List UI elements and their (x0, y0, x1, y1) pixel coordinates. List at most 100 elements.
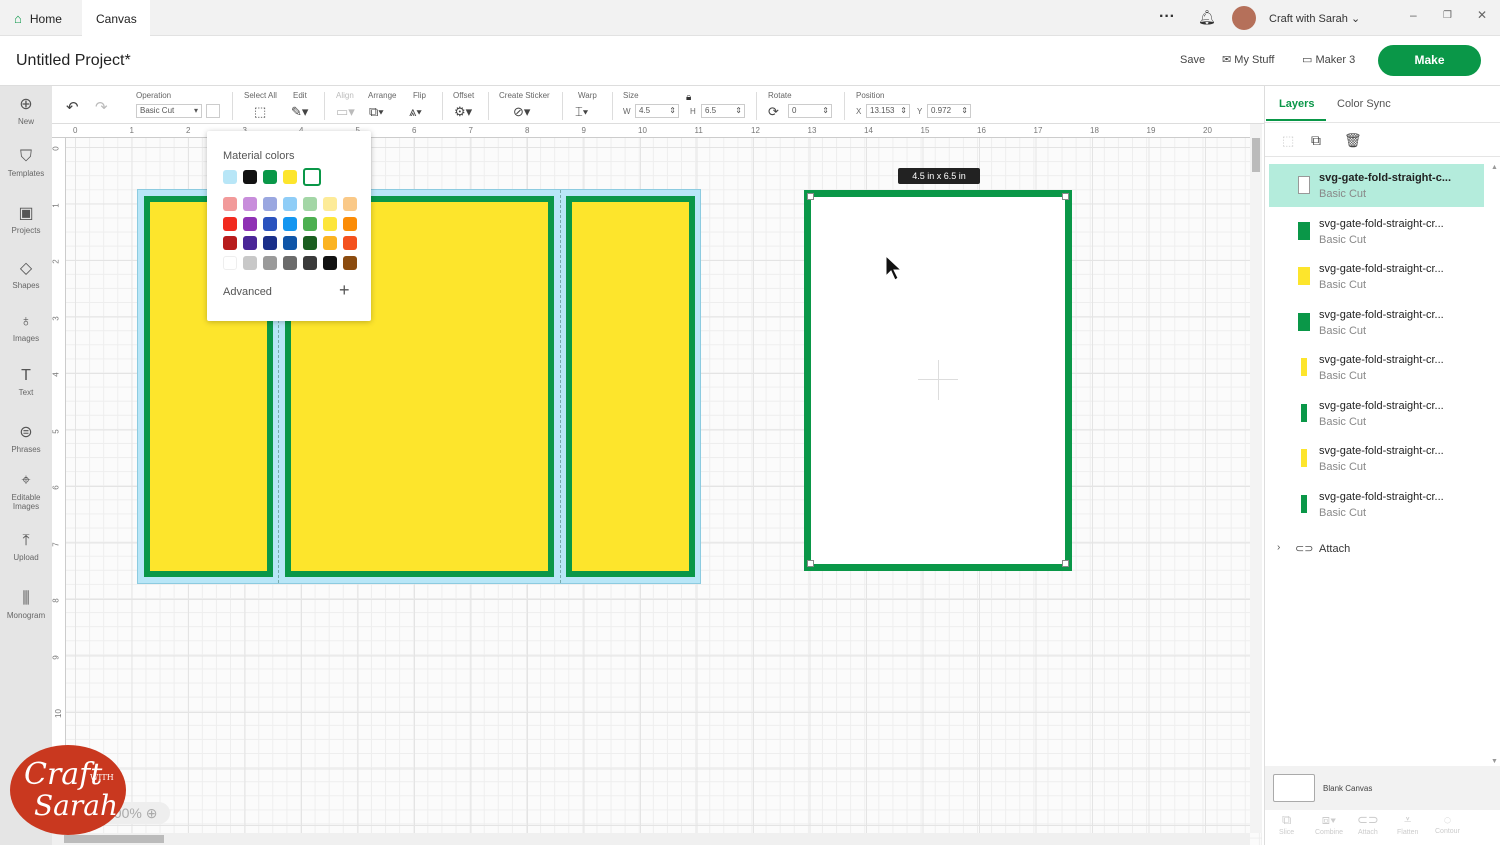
width-input[interactable]: 4.5 ⇕ (635, 104, 679, 118)
plus-icon[interactable]: + (339, 280, 350, 301)
layer-item[interactable]: svg-gate-fold-straight-cr... Basic Cut (1269, 255, 1484, 298)
close-icon[interactable]: ✕ (1477, 8, 1487, 22)
palette-color-swatch[interactable] (343, 216, 357, 231)
undo-icon[interactable]: ↶ (66, 98, 79, 116)
project-title[interactable]: Untitled Project* (16, 52, 131, 70)
right-panel-green[interactable] (566, 196, 695, 577)
align-icon[interactable]: ▭▾ (336, 104, 355, 120)
material-color-swatch[interactable] (263, 170, 277, 184)
sidebar-item-templates[interactable]: ⛉ Templates (0, 148, 52, 178)
tab-home[interactable]: ⌂ Home (0, 0, 76, 36)
palette-color-swatch[interactable] (303, 216, 317, 231)
scroll-down-icon[interactable]: ▼ (1491, 758, 1498, 765)
y-input[interactable]: 0.972 ⇕ (927, 104, 971, 118)
palette-color-swatch[interactable] (323, 216, 337, 231)
sidebar-item-projects[interactable]: ▣ Projects (0, 203, 52, 235)
tab-canvas[interactable]: Canvas (82, 0, 150, 36)
stepper-icon[interactable]: ⇕ (961, 105, 968, 117)
palette-color-swatch[interactable] (283, 236, 297, 250)
scrollbar-thumb[interactable] (64, 835, 164, 843)
arrange-icon[interactable]: ⧉▾ (369, 104, 384, 120)
x-input[interactable]: 13.153 ⇕ (866, 104, 910, 118)
palette-color-swatch[interactable] (343, 255, 357, 270)
tab-layers[interactable]: Layers (1279, 98, 1314, 110)
vertical-scrollbar[interactable] (1250, 124, 1262, 833)
redo-icon[interactable]: ↷ (95, 98, 108, 116)
horizontal-scrollbar[interactable] (52, 833, 1250, 845)
operation-color-swatch[interactable] (206, 104, 220, 118)
my-stuff-button[interactable]: ✉ My Stuff (1222, 53, 1274, 66)
make-button[interactable]: Make (1378, 45, 1481, 76)
button-flatten[interactable]: ⩡ Flatten (1397, 812, 1418, 836)
bell-icon[interactable]: 🔔︎ (1198, 9, 1216, 26)
more-icon[interactable]: ··· (1159, 8, 1175, 26)
layer-item[interactable]: svg-gate-fold-straight-cr... Basic Cut (1269, 210, 1484, 253)
save-button[interactable]: Save (1180, 54, 1205, 66)
palette-color-swatch[interactable] (243, 236, 257, 250)
sidebar-item-shapes[interactable]: ◇ Shapes (0, 258, 52, 290)
canvas-swatch[interactable] (1273, 774, 1315, 802)
scroll-up-icon[interactable]: ▲ (1491, 164, 1498, 171)
button-contour[interactable]: ◌ Contour (1435, 812, 1460, 835)
stepper-icon[interactable]: ⇕ (735, 105, 742, 117)
palette-color-swatch[interactable] (343, 236, 357, 250)
palette-color-swatch[interactable] (263, 236, 277, 250)
height-input[interactable]: 6.5 ⇕ (701, 104, 745, 118)
group-icon[interactable]: ⬚ (1282, 133, 1294, 149)
right-panel-yellow[interactable] (572, 202, 689, 571)
layer-item[interactable]: svg-gate-fold-straight-c... Basic Cut (1269, 164, 1484, 207)
sidebar-item-editable-images[interactable]: ⌖ Editable Images (0, 472, 52, 511)
scrollbar-thumb[interactable] (1252, 138, 1260, 172)
resize-handle[interactable] (807, 560, 814, 567)
palette-color-swatch[interactable] (243, 216, 257, 231)
palette-color-swatch[interactable] (303, 255, 317, 270)
material-color-swatch[interactable] (283, 170, 297, 184)
sidebar-item-text[interactable]: T Text (0, 367, 52, 397)
duplicate-icon[interactable]: ⧉ (1311, 132, 1321, 149)
palette-color-swatch[interactable] (243, 255, 257, 270)
palette-color-swatch[interactable] (283, 197, 297, 211)
palette-color-swatch[interactable] (263, 255, 277, 270)
offset-icon[interactable]: ⚙▾ (454, 104, 472, 120)
palette-color-swatch[interactable] (323, 255, 337, 270)
button-slice[interactable]: ⧉ Slice (1279, 812, 1294, 836)
sidebar-item-images[interactable]: ♁ Images (0, 313, 52, 343)
palette-color-swatch[interactable] (303, 197, 317, 211)
palette-color-swatch[interactable] (303, 236, 317, 250)
select-all-icon[interactable]: ⬚ (254, 104, 266, 120)
layer-item[interactable]: svg-gate-fold-straight-cr... Basic Cut (1269, 483, 1484, 526)
minimize-icon[interactable]: – (1410, 8, 1417, 22)
flip-icon[interactable]: ⩓▾ (409, 104, 422, 120)
stepper-icon[interactable]: ⇕ (822, 105, 829, 117)
palette-color-swatch[interactable] (323, 197, 337, 211)
material-color-swatch[interactable] (223, 170, 237, 184)
operation-select[interactable]: Basic Cut ▾ (136, 104, 202, 118)
palette-color-swatch[interactable] (243, 197, 257, 211)
sidebar-item-monogram[interactable]: ⫼ Monogram (0, 590, 52, 620)
edit-icon[interactable]: ✎▾ (291, 104, 308, 120)
advanced-button[interactable]: Advanced (223, 286, 272, 298)
material-color-swatch[interactable] (303, 168, 321, 186)
material-color-swatch[interactable] (243, 170, 257, 184)
resize-handle[interactable] (1062, 560, 1069, 567)
palette-color-swatch[interactable] (283, 216, 297, 231)
stepper-icon[interactable]: ⇕ (900, 105, 907, 117)
button-attach[interactable]: ⊂⊃ Attach (1357, 812, 1379, 836)
blank-canvas-row[interactable]: Blank Canvas (1265, 766, 1500, 810)
trash-icon[interactable]: 🗑︎ (1344, 132, 1362, 149)
palette-color-swatch[interactable] (223, 236, 237, 250)
zoom-in-icon[interactable]: ⊕ (146, 805, 158, 821)
palette-color-swatch[interactable] (263, 216, 277, 231)
layer-item[interactable]: svg-gate-fold-straight-cr... Basic Cut (1269, 392, 1484, 435)
palette-color-swatch[interactable] (263, 197, 277, 211)
warp-icon[interactable]: ⌶▾ (575, 104, 588, 120)
expand-chevron-icon[interactable]: › (1277, 542, 1280, 553)
tab-color-sync[interactable]: Color Sync (1337, 98, 1391, 110)
rotate-input[interactable]: 0 ⇕ (788, 104, 832, 118)
sidebar-item-phrases[interactable]: ⊜ Phrases (0, 422, 52, 454)
stepper-icon[interactable]: ⇕ (669, 105, 676, 117)
palette-color-swatch[interactable] (343, 197, 357, 211)
attach-group[interactable]: Attach (1319, 543, 1350, 555)
palette-color-swatch[interactable] (283, 255, 297, 270)
resize-handle[interactable] (1062, 193, 1069, 200)
